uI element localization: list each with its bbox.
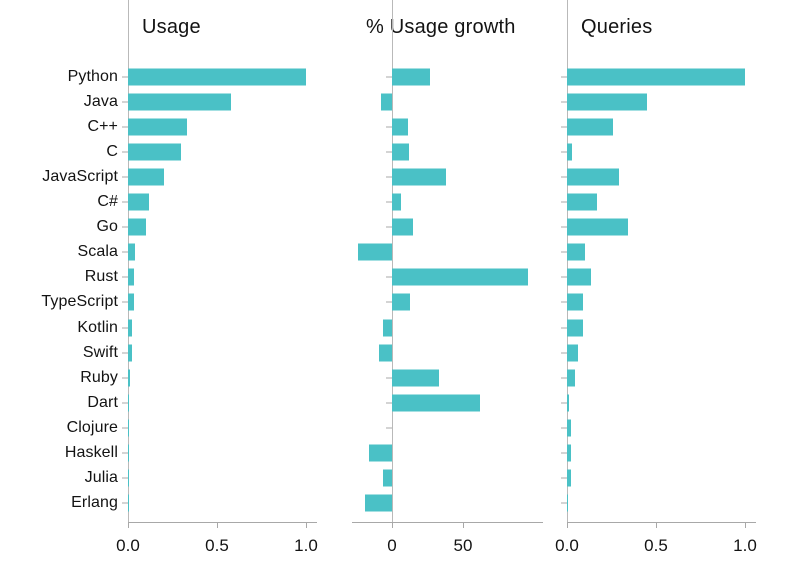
category-label-dart: Dart — [87, 393, 118, 411]
bar-usage-growth-swift — [379, 344, 392, 362]
panel-usage-xtick — [128, 522, 129, 528]
bar-queries-erlang — [567, 494, 569, 512]
category-label-go: Go — [96, 218, 118, 236]
category-label-javascript: JavaScript — [42, 168, 118, 186]
panel-queries: Queries 0.0 0.5 1.0 — [555, 0, 800, 570]
bar-queries-javascript — [567, 168, 619, 186]
bar-usage-growth-dart — [392, 394, 481, 412]
bar-usage-ruby — [128, 369, 131, 387]
bar-usage-growth-java — [380, 93, 392, 111]
category-label-c-: C++ — [87, 118, 118, 136]
bar-queries-java — [567, 93, 648, 111]
bar-queries-typescript — [567, 293, 584, 311]
panel-usage-x-axis — [128, 522, 317, 523]
bar-queries-c- — [567, 118, 614, 136]
bar-usage-growth-go — [392, 218, 414, 236]
panel-usage-growth-xticklabel: 50 — [453, 536, 473, 555]
bar-queries-scala — [567, 243, 585, 261]
bar-usage-c- — [128, 193, 150, 211]
bar-usage-growth-javascript — [392, 168, 446, 186]
bar-queries-dart — [567, 394, 570, 412]
bar-usage-growth-haskell — [369, 444, 392, 462]
bar-usage-growth-julia — [383, 469, 392, 487]
bar-usage-go — [128, 218, 146, 236]
bar-queries-c — [567, 143, 573, 161]
panel-usage-xtick — [217, 522, 218, 528]
bar-queries-go — [567, 218, 628, 236]
bar-usage-java — [128, 93, 232, 111]
bar-usage-growth-kotlin — [383, 319, 392, 336]
panel-queries-xticklabel: 0.5 — [644, 536, 668, 555]
bar-usage-javascript — [128, 168, 164, 186]
category-label-erlang: Erlang — [71, 493, 118, 511]
panel-usage-growth-xtick — [392, 522, 393, 528]
panel-usage-xticklabel: 1.0 — [294, 536, 318, 555]
bar-usage-swift — [128, 344, 132, 362]
category-label-python: Python — [67, 68, 118, 85]
panel-usage-xtick — [306, 522, 307, 528]
category-label-java: Java — [83, 93, 118, 111]
bar-usage-scala — [128, 243, 136, 261]
bar-usage-kotlin — [128, 319, 133, 336]
bar-usage-growth-ruby — [392, 369, 439, 387]
bar-queries-kotlin — [567, 319, 584, 336]
bar-queries-rust — [567, 268, 592, 286]
panel-title-usage-growth: % Usage growth — [366, 16, 516, 38]
category-label-haskell: Haskell — [64, 443, 118, 461]
category-label-kotlin: Kotlin — [77, 318, 118, 336]
panel-usage-growth-xtick — [463, 522, 464, 528]
bar-usage-growth-scala — [357, 243, 392, 261]
panel-usage-xticklabel: 0.0 — [116, 536, 140, 555]
category-label-swift: Swift — [82, 343, 118, 361]
bar-usage-growth-python — [392, 68, 431, 86]
panel-queries-xticklabel: 1.0 — [733, 536, 757, 555]
category-label-julia: Julia — [84, 468, 118, 486]
category-axis-labels: Python Java C++ C JavaScript C# Go Scala Rust Typ… — [0, 0, 128, 570]
category-label-typescript: TypeScript — [41, 293, 118, 311]
panel-queries-xtick — [656, 522, 657, 528]
panel-title-usage: Usage — [142, 16, 201, 38]
panel-queries-xtick — [567, 522, 568, 528]
bar-usage-python — [128, 68, 306, 86]
bar-usage-growth-rust — [392, 268, 529, 286]
chart-figure: Python Java C++ C JavaScript C# Go Scala Rust Typ… — [0, 0, 800, 570]
bar-usage-growth-erlang — [365, 494, 392, 512]
bar-usage-dart — [128, 394, 130, 412]
category-label-rust: Rust — [84, 268, 118, 286]
bar-queries-swift — [567, 344, 578, 362]
bar-usage-growth-c — [392, 143, 410, 161]
bar-queries-julia — [567, 469, 572, 487]
bar-usage-growth-c- — [392, 118, 408, 136]
panel-title-queries: Queries — [581, 16, 653, 38]
panel-usage: Usage 0.0 0.5 1.0 — [116, 0, 368, 570]
bar-usage-growth-c- — [392, 193, 401, 211]
bar-usage-c — [128, 143, 182, 161]
bar-queries-haskell — [567, 444, 571, 462]
bar-usage-typescript — [128, 293, 135, 311]
category-label-scala: Scala — [77, 243, 118, 261]
bar-queries-ruby — [567, 369, 575, 387]
category-label-clojure: Clojure — [66, 418, 118, 436]
bar-queries-python — [567, 68, 745, 86]
bar-queries-c- — [567, 193, 598, 211]
panel-usage-growth-ytick — [386, 427, 392, 429]
bar-usage-rust — [128, 268, 135, 286]
panel-usage-growth-xticklabel: 0 — [387, 536, 397, 555]
panel-usage-xticklabel: 0.5 — [205, 536, 229, 555]
panel-queries-xticklabel: 0.0 — [555, 536, 579, 555]
panel-usage-growth-x-axis — [352, 522, 543, 523]
panel-queries-xtick — [745, 522, 746, 528]
bar-usage-c- — [128, 118, 187, 136]
category-label-c: C — [106, 143, 118, 161]
category-label-ruby: Ruby — [80, 368, 118, 386]
category-label-c-: C# — [97, 193, 118, 211]
panel-queries-x-axis — [567, 522, 756, 523]
bar-queries-clojure — [567, 419, 571, 437]
bar-usage-growth-typescript — [392, 293, 411, 311]
panel-usage-growth: % Usage growth 0 50 — [352, 0, 577, 570]
